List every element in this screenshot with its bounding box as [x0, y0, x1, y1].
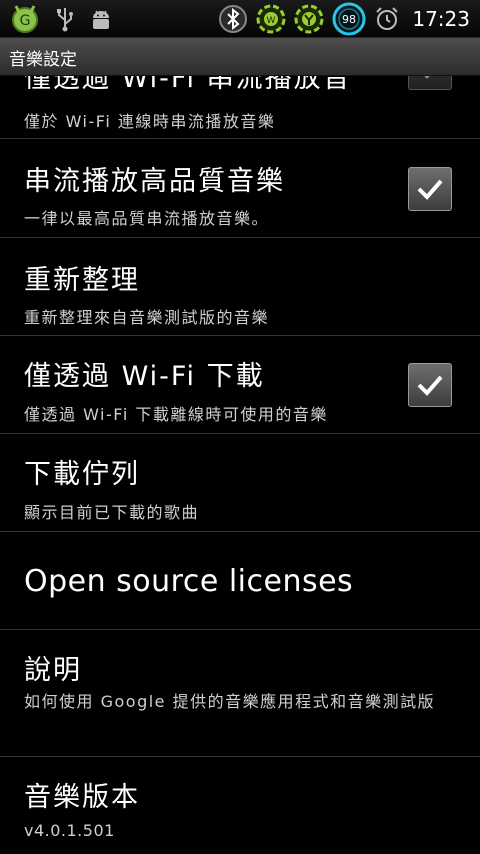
pref-music-version: 音樂版本 v4.0.1.501 — [0, 757, 480, 854]
checkmark-icon — [417, 375, 443, 396]
pref-checkbox[interactable] — [408, 167, 452, 211]
pref-checkbox[interactable] — [408, 76, 452, 90]
preference-list[interactable]: 僅透過 Wi-Fi 串流播放音 僅於 Wi-Fi 連線時串流播放音樂 串流播放高… — [0, 76, 480, 854]
alarm-clock-icon — [374, 6, 400, 32]
usb-icon — [56, 6, 74, 32]
svg-text:G: G — [20, 13, 31, 29]
title-bar: 音樂設定 — [0, 38, 480, 76]
pref-help[interactable]: 說明 如何使用 Google 提供的音樂應用程式和音樂測試版 — [0, 630, 480, 757]
page-title: 音樂設定 — [9, 50, 77, 70]
pref-title: 重新整理 — [24, 265, 140, 296]
svg-text:W: W — [267, 16, 276, 26]
pref-title: Open source licenses — [24, 564, 354, 599]
bluetooth-icon — [218, 4, 248, 34]
pref-title: 串流播放高品質音樂 — [24, 166, 285, 197]
notification-icons: G — [10, 0, 112, 38]
pref-summary: 僅於 Wi-Fi 連線時串流播放音樂 — [24, 112, 276, 131]
wifi-widget-icon[interactable]: W — [256, 4, 286, 34]
pref-title: 僅透過 Wi-Fi 下載 — [24, 361, 265, 392]
app-notification-icon[interactable]: G — [10, 4, 40, 34]
pref-summary: 一律以最高品質串流播放音樂。 — [24, 209, 270, 228]
pref-wifi-download-only[interactable]: 僅透過 Wi-Fi 下載 僅透過 Wi-Fi 下載離線時可使用的音樂 — [0, 336, 480, 434]
pref-title: 說明 — [24, 655, 82, 686]
pref-checkbox[interactable] — [408, 363, 452, 407]
pref-open-source-licenses[interactable]: Open source licenses — [0, 532, 480, 630]
pref-title: 僅透過 Wi-Fi 串流播放音 — [24, 76, 352, 94]
status-bar: G W 98 17:23 — [0, 0, 480, 38]
system-icons: W 98 17:23 — [218, 0, 470, 38]
pref-high-quality-stream[interactable]: 串流播放高品質音樂 一律以最高品質串流播放音樂。 — [0, 139, 480, 238]
checkmark-icon — [424, 76, 430, 79]
pref-title: 音樂版本 — [24, 782, 140, 813]
version-value: v4.0.1.501 — [24, 821, 115, 840]
svg-text:98: 98 — [342, 13, 356, 26]
pref-title: 下載佇列 — [24, 459, 140, 490]
pref-wifi-stream-only[interactable]: 僅透過 Wi-Fi 串流播放音 僅於 Wi-Fi 連線時串流播放音樂 — [0, 76, 480, 139]
pref-refresh[interactable]: 重新整理 重新整理來自音樂測試版的音樂 — [0, 238, 480, 336]
signal-widget-icon[interactable] — [294, 4, 324, 34]
status-clock: 17:23 — [412, 7, 470, 31]
pref-summary: 顯示目前已下載的歌曲 — [24, 503, 200, 522]
pref-summary: 如何使用 Google 提供的音樂應用程式和音樂測試版 — [24, 692, 436, 711]
android-debug-icon — [90, 7, 112, 31]
pref-summary: 僅透過 Wi-Fi 下載離線時可使用的音樂 — [24, 405, 328, 424]
pref-summary: 重新整理來自音樂測試版的音樂 — [24, 308, 270, 327]
pref-download-queue[interactable]: 下載佇列 顯示目前已下載的歌曲 — [0, 434, 480, 532]
checkmark-icon — [417, 179, 443, 200]
battery-ring-icon: 98 — [332, 2, 366, 36]
